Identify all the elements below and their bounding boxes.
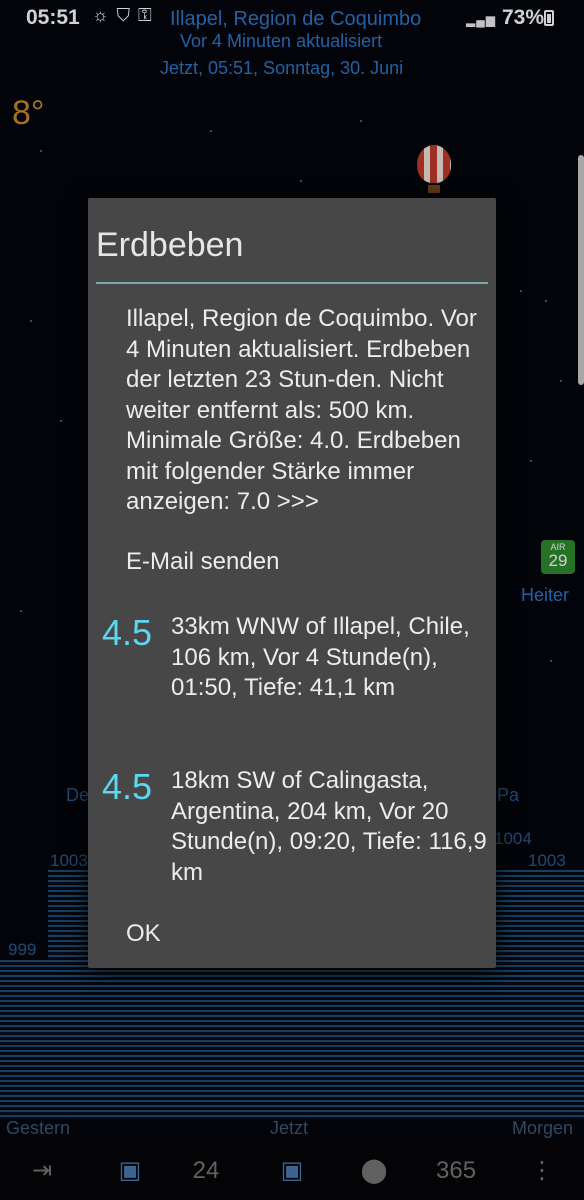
earthquake-description: 33km WNW of Illapel, Chile, 106 km, Vor … [171,613,470,701]
send-email-link[interactable]: E-Mail senden [126,548,279,576]
dialog-divider [96,282,488,284]
earthquake-description: 18km SW of Calingasta, Argentina, 204 km… [171,767,487,886]
earthquake-item[interactable]: 4.5 33km WNW of Illapel, Chile, 106 km, … [102,612,492,737]
dialog-message[interactable]: Illapel, Region de Coquimbo. Vor 4 Minut… [126,304,484,518]
earthquake-dialog: Erdbeben Illapel, Region de Coquimbo. Vo… [88,198,496,968]
earthquake-magnitude: 4.5 [102,766,153,807]
earthquake-magnitude: 4.5 [102,612,153,653]
dialog-title: Erdbeben [96,226,244,264]
ok-button[interactable]: OK [126,920,161,948]
earthquake-item[interactable]: 4.5 18km SW of Calingasta, Argentina, 20… [102,766,492,891]
